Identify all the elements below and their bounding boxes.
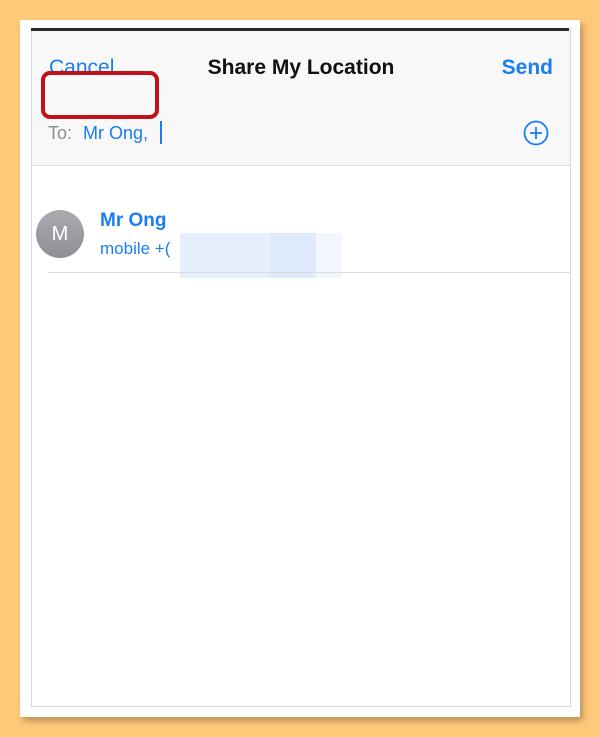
- plus-circle-icon[interactable]: [523, 120, 549, 146]
- send-button[interactable]: Send: [502, 56, 553, 80]
- top-edge: [31, 28, 569, 31]
- contact-name: Mr Ong: [100, 210, 167, 231]
- recipient-token[interactable]: Mr Ong,: [83, 123, 148, 144]
- contact-phone: mobile +(: [100, 239, 171, 258]
- text-cursor: [160, 121, 162, 144]
- avatar: M: [36, 210, 84, 258]
- highlight-annotation: [41, 71, 159, 119]
- share-location-sheet: Cancel Share My Location Send To: Mr Ong…: [31, 28, 571, 707]
- row-divider: [48, 272, 570, 273]
- contact-suggestion[interactable]: M Mr Ong mobile +(: [32, 166, 570, 278]
- to-label: To:: [48, 123, 73, 143]
